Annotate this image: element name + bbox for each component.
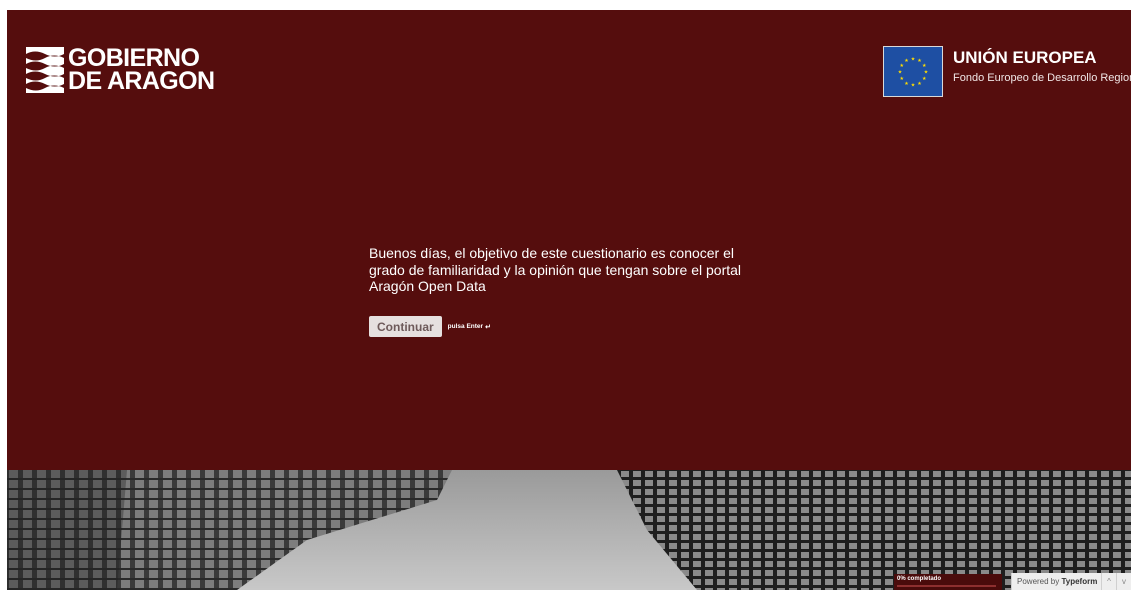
powered-by-bar: Powered by Typeform ^ v (1011, 573, 1131, 590)
enter-hint-label: pulsa Enter (447, 323, 484, 330)
continue-controls: Continuar pulsa Enter ↵ (369, 316, 491, 337)
eu-title: UNIÓN EUROPEA (953, 48, 1097, 67)
aragon-emblem-icon (26, 47, 64, 93)
eu-funding-badge: ★ ★ ★ ★ ★ ★ ★ ★ ★ ★ ★ ★ UNIÓN EUROPEA Fondo Europeo… (883, 46, 1131, 97)
logo-line-2: DE ARAGON (68, 67, 215, 95)
eu-star-icon: ★ (924, 70, 929, 76)
typeform-page: GOBIERNO DE ARAGON ★ ★ ★ ★ ★ ★ ★ ★ ★ ★ ★ ★ UNIÓN EU… (7, 10, 1131, 590)
continue-button[interactable]: Continuar (369, 316, 442, 337)
eu-flag-icon: ★ ★ ★ ★ ★ ★ ★ ★ ★ ★ ★ ★ (883, 46, 943, 97)
welcome-message: Buenos días, el objetivo de este cuestio… (369, 245, 742, 294)
previous-question-button[interactable]: ^ (1101, 573, 1116, 590)
progress-indicator: 0% completado (894, 574, 1002, 590)
chevron-down-icon: v (1122, 577, 1126, 586)
eu-star-icon: ★ (922, 76, 927, 82)
progress-track (897, 585, 996, 587)
eu-star-icon: ★ (904, 58, 909, 64)
eu-star-icon: ★ (922, 63, 927, 69)
next-question-button[interactable]: v (1116, 573, 1131, 590)
eu-star-icon: ★ (911, 83, 916, 89)
eu-star-icon: ★ (898, 70, 903, 76)
progress-label: 0% completado (897, 576, 942, 582)
eu-subtitle: Fondo Europeo de Desarrollo Regional (953, 72, 1131, 84)
eu-star-icon: ★ (917, 81, 922, 87)
skyscrapers-background-image (7, 470, 1131, 590)
chevron-up-icon: ^ (1107, 577, 1111, 586)
enter-key-icon: ↵ (485, 323, 491, 331)
eu-star-icon: ★ (911, 57, 916, 63)
powered-by-link[interactable]: Powered by Typeform (1012, 577, 1097, 586)
eu-star-icon: ★ (899, 76, 904, 82)
eu-star-icon: ★ (904, 81, 909, 87)
gobierno-de-aragon-logo: GOBIERNO DE ARAGON (26, 46, 215, 95)
enter-hint: pulsa Enter ↵ (448, 323, 491, 331)
powered-by-prefix: Powered by (1017, 577, 1062, 586)
welcome-screen: GOBIERNO DE ARAGON ★ ★ ★ ★ ★ ★ ★ ★ ★ ★ ★ ★ UNIÓN EU… (7, 10, 1131, 470)
typeform-brand: Typeform (1061, 577, 1098, 586)
